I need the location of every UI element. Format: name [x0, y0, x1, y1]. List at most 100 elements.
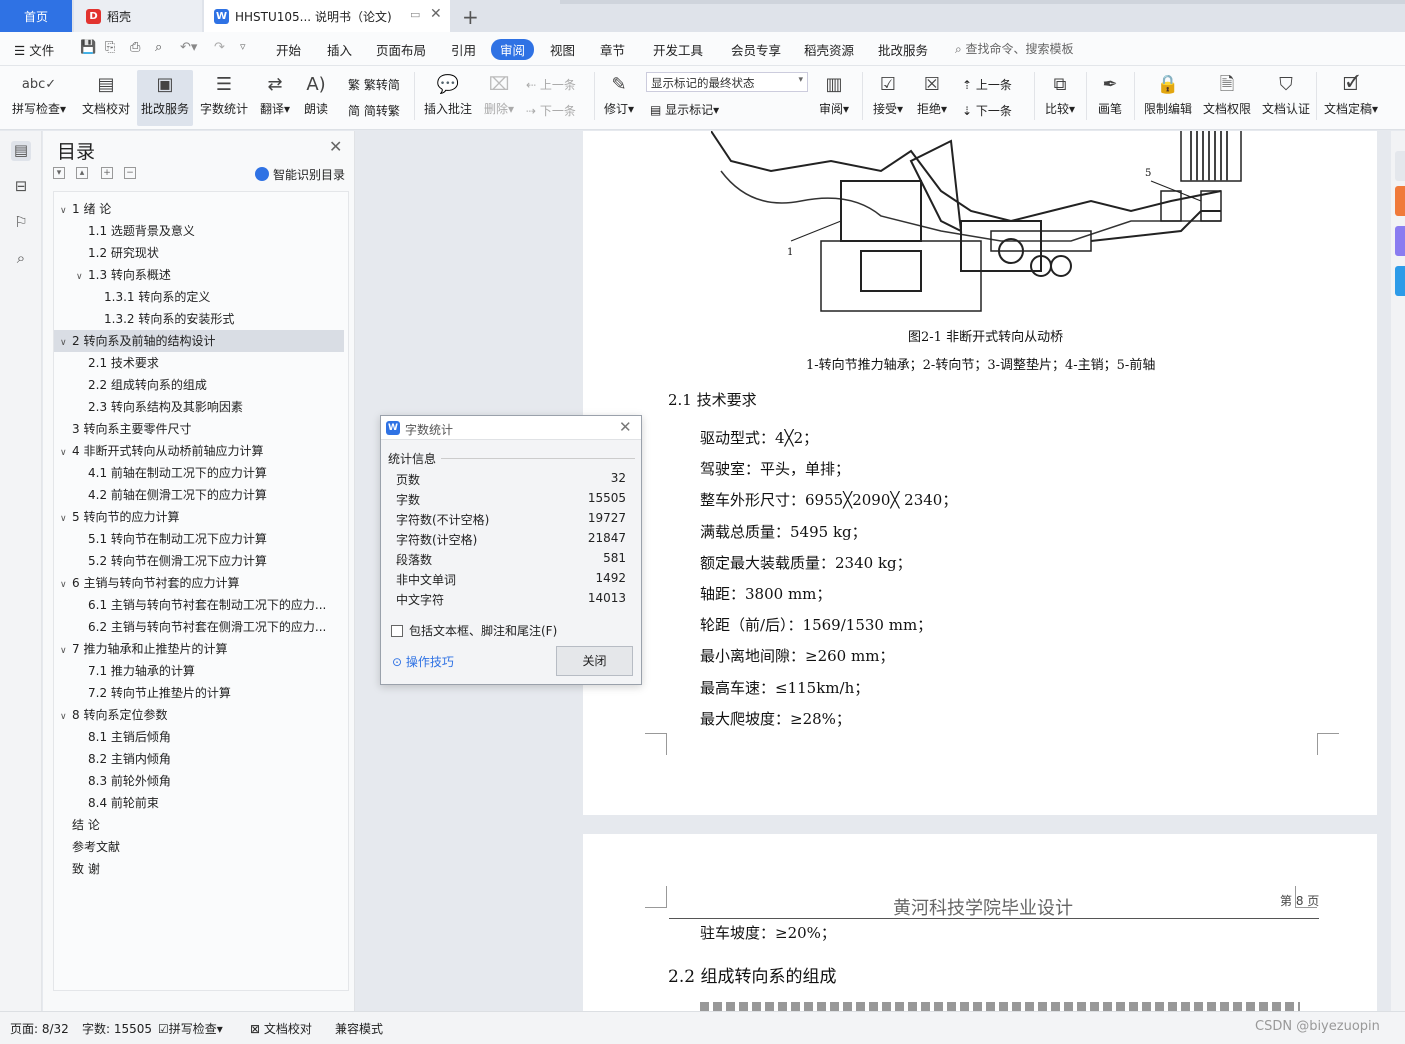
tab-daoke[interactable]: D 稻壳 [74, 0, 202, 32]
toc-item[interactable]: 4.1 前轴在制动工况下的应力计算 [54, 462, 344, 484]
toc-item[interactable]: ∨ 5 转向节的应力计算 [54, 506, 344, 528]
document-page[interactable]: 5 1 图2-1 非断开式转向从动桥 1-转向节推力轴承；2-转向节；3-调整垫… [583, 131, 1377, 815]
toc-item[interactable]: 1.3.2 转向系的安装形式 [54, 308, 344, 330]
toc-item[interactable]: 8.1 主销后倾角 [54, 726, 344, 748]
toc-item[interactable]: 4.2 前轴在侧滑工况下的应力计算 [54, 484, 344, 506]
menu-review[interactable]: 审阅 [491, 39, 535, 60]
chevron-down-icon[interactable]: ∨ [60, 200, 72, 220]
toc-item[interactable]: 参考文献 [54, 836, 344, 858]
include-textbox-checkbox[interactable]: 包括文本框、脚注和尾注(F) [391, 622, 557, 639]
toc-item[interactable]: ∨ 8 转向系定位参数 [54, 704, 344, 726]
menu-devtools[interactable]: 开发工具 [653, 40, 703, 59]
side-tab[interactable] [1395, 226, 1405, 256]
restrict-editing-button[interactable]: 🔒 限制编辑 [1140, 70, 1196, 126]
menu-daoke-resources[interactable]: 稻壳资源 [804, 40, 854, 59]
menu-chapter[interactable]: 章节 [600, 40, 625, 59]
toc-item[interactable]: 6.2 主销与转向节衬套在侧滑工况下的应力... [54, 616, 344, 638]
tab-home[interactable]: 首页 [0, 0, 72, 32]
chevron-down-icon[interactable]: ∨ [60, 442, 72, 462]
menu-layout[interactable]: 页面布局 [376, 40, 426, 59]
simp-to-trad-button[interactable]: 简 简转繁 [348, 102, 400, 119]
menu-member[interactable]: 会员专享 [731, 40, 781, 59]
side-tab[interactable] [1395, 266, 1405, 296]
redo-icon[interactable]: ↷ [214, 40, 225, 55]
tips-link[interactable]: ⊙ 操作技巧 [392, 653, 454, 670]
print-icon[interactable]: ⎙ [130, 40, 140, 55]
reject-button[interactable]: ☒ 拒绝▾ [912, 70, 952, 126]
chapter-nav-icon[interactable]: ⊟ [11, 177, 31, 197]
trad-to-simp-button[interactable]: 繁 繁转简 [348, 76, 400, 93]
new-tab-icon[interactable]: + [462, 5, 479, 29]
pin-icon[interactable]: ▭ [410, 8, 420, 21]
accept-button[interactable]: ☑ 接受▾ [868, 70, 908, 126]
more-icon[interactable]: ▿ [240, 40, 246, 53]
page-indicator[interactable]: 页面: 8/32 [10, 1020, 69, 1037]
toc-item[interactable]: 1.2 研究现状 [54, 242, 344, 264]
close-icon[interactable]: ✕ [329, 137, 342, 156]
toc-item[interactable]: 8.4 前轮前束 [54, 792, 344, 814]
toc-panel-icon[interactable]: ▤ [11, 141, 31, 161]
chevron-down-icon[interactable]: ∨ [60, 508, 72, 528]
expand-all-icon[interactable]: ▴ [76, 167, 88, 179]
track-changes-button[interactable]: ✎ 修订▾ [600, 70, 638, 126]
chevron-down-icon[interactable]: ∨ [60, 706, 72, 726]
proofread-status[interactable]: ⊠ 文档校对 [250, 1020, 312, 1037]
menu-view[interactable]: 视图 [550, 40, 575, 59]
menu-insert[interactable]: 插入 [327, 40, 352, 59]
toc-item[interactable]: 2.1 技术要求 [54, 352, 344, 374]
chevron-down-icon[interactable]: ∨ [60, 332, 72, 352]
correction-service-button[interactable]: ▣ 批改服务 [137, 70, 193, 126]
toc-item[interactable]: 1.1 选题背景及意义 [54, 220, 344, 242]
close-tab-icon[interactable]: ✕ [430, 6, 442, 22]
toc-item[interactable]: ∨ 1 绪 论 [54, 198, 344, 220]
toc-item[interactable]: 8.2 主销内倾角 [54, 748, 344, 770]
next-comment-button[interactable]: ⇢ 下一条 [526, 102, 576, 119]
toc-item[interactable]: 5.2 转向节在侧滑工况下应力计算 [54, 550, 344, 572]
spell-check-status[interactable]: ☑拼写检查▾ [158, 1020, 223, 1037]
toc-item[interactable]: 5.1 转向节在制动工况下应力计算 [54, 528, 344, 550]
bookmark-icon[interactable]: ⚐ [11, 213, 31, 233]
command-search[interactable]: ⌕ 查找命令、搜索模板 [955, 40, 1074, 57]
menu-references[interactable]: 引用 [451, 40, 476, 59]
word-count-indicator[interactable]: 字数: 15505 [82, 1020, 152, 1037]
toc-item[interactable]: ∨ 2 转向系及前轴的结构设计 [54, 330, 344, 352]
menu-correction[interactable]: 批改服务 [878, 40, 928, 59]
finalize-button[interactable]: 🗹 文档定稿▾ [1320, 70, 1382, 126]
word-count-button[interactable]: ☰ 字数统计 [197, 70, 251, 126]
toc-item[interactable]: 7.2 转向节止推垫片的计算 [54, 682, 344, 704]
next-change-button[interactable]: ⇣ 下一条 [962, 102, 1012, 119]
compare-button[interactable]: ⧉ 比较▾ [1040, 70, 1080, 126]
toc-item[interactable]: 1.3.1 转向系的定义 [54, 286, 344, 308]
delete-comment-button[interactable]: ⌧ 删除▾ [480, 70, 518, 126]
document-page[interactable]: 黄河科技学院毕业设计 第 8 页 驻车坡度：≥20%； 2.2 组成转向系的组成 [583, 834, 1377, 1011]
document-certify-button[interactable]: ⛉ 文档认证 [1258, 70, 1314, 126]
read-aloud-button[interactable]: A) 朗读 [298, 70, 334, 126]
toc-item[interactable]: 结 论 [54, 814, 344, 836]
toc-item[interactable]: 7.1 推力轴承的计算 [54, 660, 344, 682]
toc-item[interactable]: 致 谢 [54, 858, 344, 880]
tab-document[interactable]: W HHSTU105... 说明书（论文) ▭ ✕ [204, 0, 450, 32]
markup-state-select[interactable]: 显示标记的最终状态 ▾ [646, 72, 808, 92]
toc-item[interactable]: 2.3 转向系结构及其影响因素 [54, 396, 344, 418]
chevron-down-icon[interactable]: ∨ [76, 266, 88, 286]
collapse-all-icon[interactable]: ▾ [53, 167, 65, 179]
close-icon[interactable]: ✕ [619, 418, 632, 436]
save-icon[interactable]: 💾 [80, 40, 96, 55]
pen-button[interactable]: ✒ 画笔 [1092, 70, 1128, 126]
chevron-down-icon[interactable]: ∨ [60, 640, 72, 660]
toc-item[interactable]: 2.2 组成转向系的组成 [54, 374, 344, 396]
document-permission-button[interactable]: 🗎 文档权限 [1199, 70, 1255, 126]
proofread-button[interactable]: ▤ 文档校对 [78, 70, 134, 126]
translate-button[interactable]: ⇄ 翻译▾ [256, 70, 294, 126]
toc-item[interactable]: 8.3 前轮外倾角 [54, 770, 344, 792]
undo-icon[interactable]: ↶▾ [180, 40, 197, 55]
toc-item[interactable]: ∨ 7 推力轴承和止推垫片的计算 [54, 638, 344, 660]
toc-item[interactable]: 6.1 主销与转向节衬套在制动工况下的应力... [54, 594, 344, 616]
toc-item[interactable]: ∨ 4 非断开式转向从动桥前轴应力计算 [54, 440, 344, 462]
search-icon[interactable]: ⌕ [11, 249, 31, 269]
toc-item[interactable]: ∨ 1.3 转向系概述 [54, 264, 344, 286]
insert-comment-button[interactable]: 💬 插入批注 [420, 70, 476, 126]
side-tab[interactable] [1395, 151, 1405, 181]
side-tab[interactable] [1395, 186, 1405, 216]
prev-change-button[interactable]: ⇡ 上一条 [962, 76, 1012, 93]
